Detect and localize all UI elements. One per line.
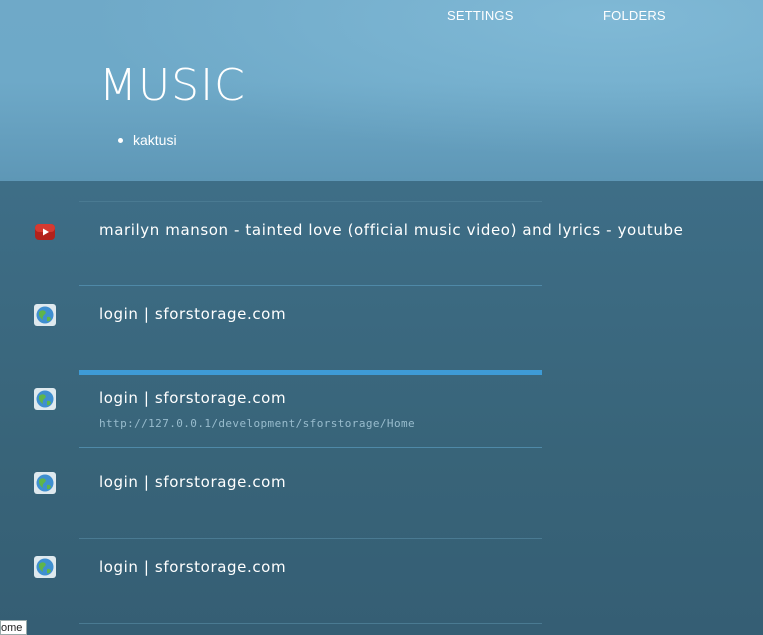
- list-item-selected[interactable]: login | sforstorage.com http://127.0.0.1…: [0, 371, 763, 455]
- item-url: http://127.0.0.1/development/sforstorage…: [99, 417, 416, 430]
- globe-icon: [34, 388, 56, 410]
- item-title: marilyn manson - tainted love (official …: [99, 221, 684, 239]
- item-title: login | sforstorage.com: [99, 389, 287, 407]
- list-item[interactable]: marilyn manson - tainted love (official …: [0, 201, 763, 285]
- list-item[interactable]: login | sforstorage.com: [0, 539, 763, 623]
- nav-settings-link[interactable]: SETTINGS: [447, 8, 514, 23]
- breadcrumb-item[interactable]: kaktusi: [133, 132, 177, 148]
- item-title: login | sforstorage.com: [99, 558, 287, 576]
- item-title: login | sforstorage.com: [99, 305, 287, 323]
- globe-icon: [34, 472, 56, 494]
- list-item[interactable]: login | sforstorage.com: [0, 455, 763, 539]
- nav-folders-link[interactable]: FOLDERS: [603, 8, 666, 23]
- divider: [79, 623, 542, 624]
- item-list: marilyn manson - tainted love (official …: [0, 181, 763, 635]
- bullet-icon: [118, 137, 123, 143]
- header: SETTINGS FOLDERS MUSIC kaktusi: [0, 0, 763, 181]
- status-tooltip: ome: [0, 620, 28, 635]
- globe-icon: [34, 556, 56, 578]
- page-title: MUSIC: [99, 60, 246, 111]
- globe-icon: [34, 304, 56, 326]
- breadcrumb: kaktusi: [118, 132, 177, 148]
- list-item[interactable]: login | sforstorage.com: [0, 285, 763, 369]
- item-title: login | sforstorage.com: [99, 473, 287, 491]
- youtube-icon: [35, 224, 55, 240]
